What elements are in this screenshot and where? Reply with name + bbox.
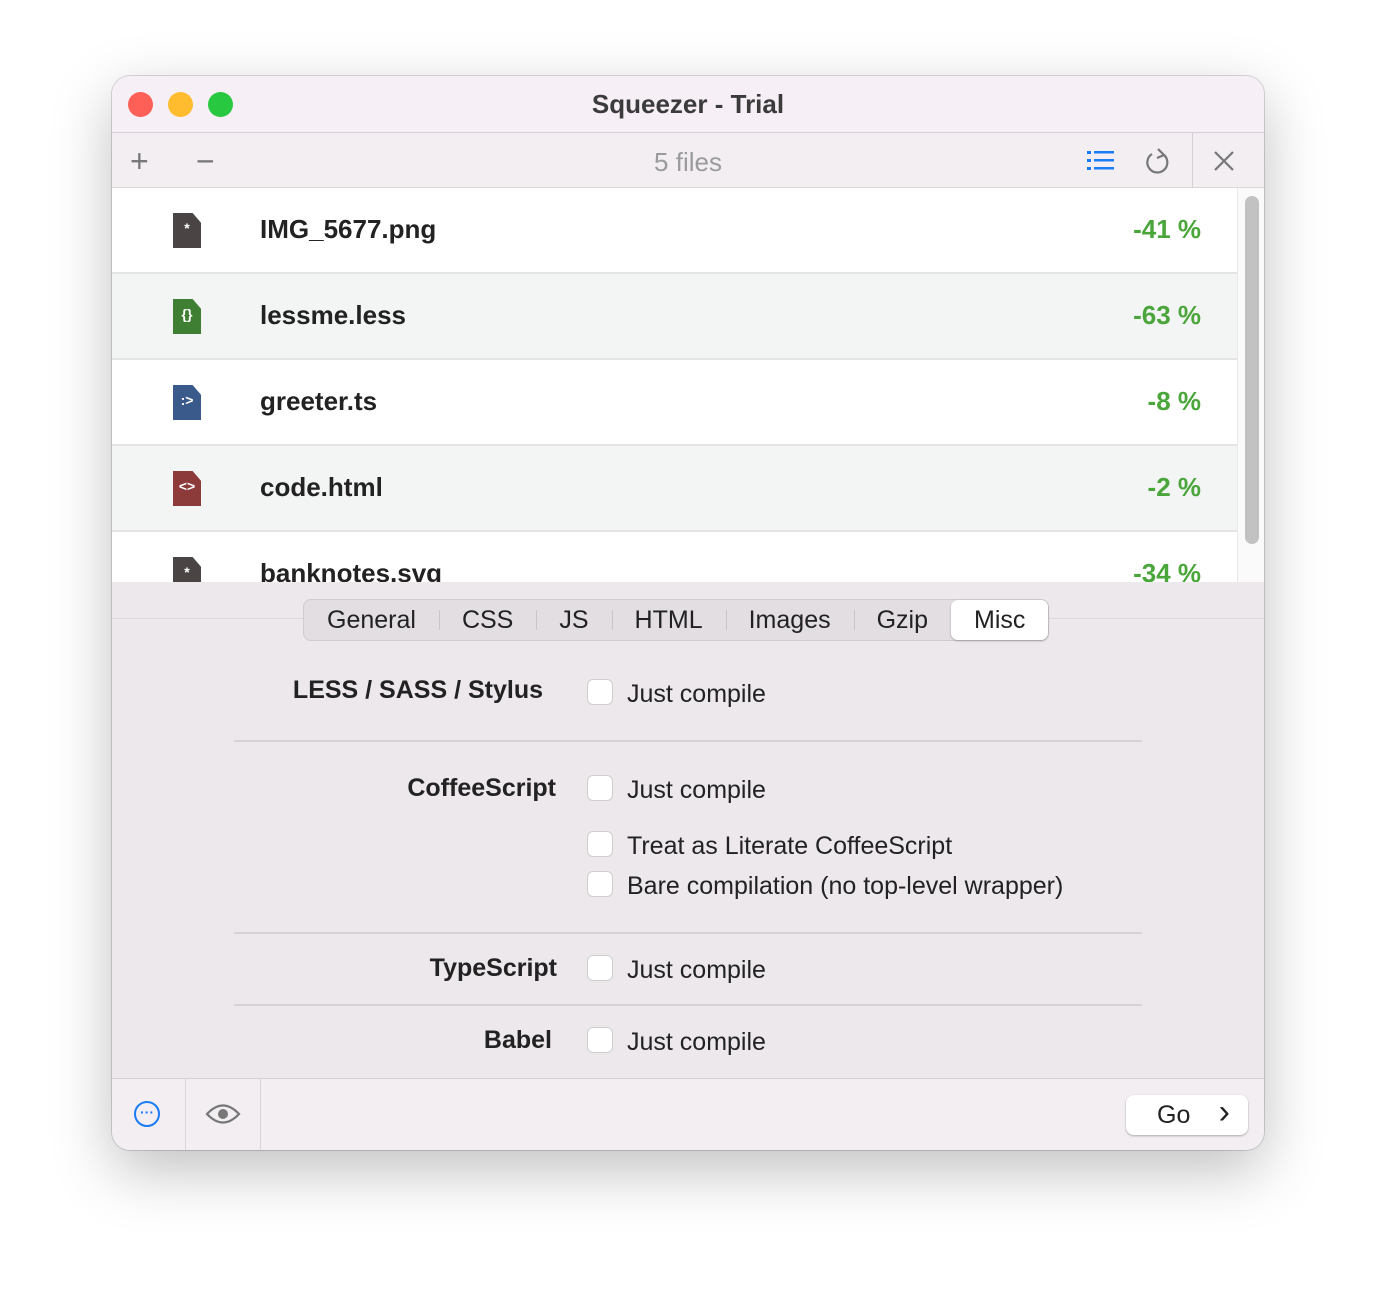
less-label: LESS / SASS / Stylus xyxy=(292,676,543,704)
file-row[interactable]: * banknotes.svg -34 % xyxy=(112,532,1237,582)
tab-misc[interactable]: Misc xyxy=(951,600,1049,640)
less-just-compile-checkbox[interactable] xyxy=(587,679,613,705)
window-title: Squeezer - Trial xyxy=(591,89,785,119)
scrollbar-thumb[interactable] xyxy=(1245,196,1259,544)
app-window: Squeezer - Trial + − 5 files * IMG_5677.… xyxy=(112,76,1264,1150)
svg-file-icon: * xyxy=(173,557,201,582)
typescript-label: TypeScript xyxy=(429,954,557,982)
file-name: greeter.ts xyxy=(260,386,378,416)
file-name: code.html xyxy=(260,472,383,502)
file-name: IMG_5677.png xyxy=(260,214,437,244)
babel-label: Babel xyxy=(483,1026,552,1054)
html-file-icon: <> xyxy=(173,471,201,506)
close-icon[interactable] xyxy=(1213,150,1235,177)
ts-just-compile-label[interactable]: Just compile xyxy=(627,956,766,985)
babel-just-compile-label[interactable]: Just compile xyxy=(627,1028,766,1057)
toolbar: + − 5 files xyxy=(112,133,1264,188)
divider xyxy=(234,1004,1142,1006)
compression-percent: -63 % xyxy=(1133,300,1201,330)
ts-file-icon: :> xyxy=(173,385,201,420)
file-name: lessme.less xyxy=(260,300,407,330)
ts-just-compile-checkbox[interactable] xyxy=(587,955,613,981)
compression-percent: -41 % xyxy=(1133,214,1201,244)
bottom-divider xyxy=(260,1079,261,1150)
coffee-bare-checkbox[interactable] xyxy=(587,871,613,897)
file-row[interactable]: :> greeter.ts -8 % xyxy=(112,360,1237,446)
babel-just-compile-checkbox[interactable] xyxy=(587,1027,613,1053)
file-row[interactable]: {} lessme.less -63 % xyxy=(112,274,1237,360)
settings-tabs: General CSS JS HTML Images Gzip Misc xyxy=(303,599,1050,641)
bottom-bar: ··· Go › xyxy=(112,1078,1264,1150)
less-file-icon: {} xyxy=(173,299,201,334)
file-row[interactable]: * IMG_5677.png -41 % xyxy=(112,188,1237,274)
tab-general[interactable]: General xyxy=(304,600,439,640)
go-button[interactable]: Go › xyxy=(1126,1093,1248,1135)
compression-percent: -34 % xyxy=(1133,558,1201,582)
compression-percent: -8 % xyxy=(1147,386,1201,416)
coffee-literate-label[interactable]: Treat as Literate CoffeeScript xyxy=(627,832,952,861)
coffeescript-label: CoffeeScript xyxy=(407,774,556,802)
file-list: * IMG_5677.png -41 %{} lessme.less -63 %… xyxy=(112,188,1237,582)
file-row[interactable]: <> code.html -2 % xyxy=(112,446,1237,532)
bottom-divider xyxy=(185,1079,186,1150)
divider xyxy=(234,740,1142,742)
compression-percent: -2 % xyxy=(1147,472,1201,502)
coffee-bare-label[interactable]: Bare compilation (no top-level wrapper) xyxy=(627,872,1063,901)
tab-gzip[interactable]: Gzip xyxy=(853,600,951,640)
less-just-compile-label[interactable]: Just compile xyxy=(627,680,766,709)
go-label: Go xyxy=(1157,1101,1191,1129)
image-file-icon: * xyxy=(173,213,201,248)
tab-images[interactable]: Images xyxy=(725,600,854,640)
tab-js[interactable]: JS xyxy=(536,600,611,640)
eye-icon[interactable] xyxy=(205,1103,241,1130)
more-options-icon[interactable]: ··· xyxy=(134,1101,160,1127)
refresh-icon[interactable] xyxy=(1144,147,1172,182)
tab-css[interactable]: CSS xyxy=(438,600,536,640)
divider xyxy=(234,932,1142,934)
scrollbar[interactable] xyxy=(1237,188,1264,582)
chevron-right-icon: › xyxy=(1218,1093,1230,1131)
list-icon[interactable] xyxy=(1087,151,1115,171)
toolbar-divider xyxy=(1192,133,1193,188)
title-bar: Squeezer - Trial xyxy=(112,76,1264,133)
tab-html[interactable]: HTML xyxy=(611,600,726,640)
coffee-just-compile-checkbox[interactable] xyxy=(587,775,613,801)
coffee-literate-checkbox[interactable] xyxy=(587,831,613,857)
coffee-just-compile-label[interactable]: Just compile xyxy=(627,776,766,805)
file-name: banknotes.svg xyxy=(260,558,443,582)
